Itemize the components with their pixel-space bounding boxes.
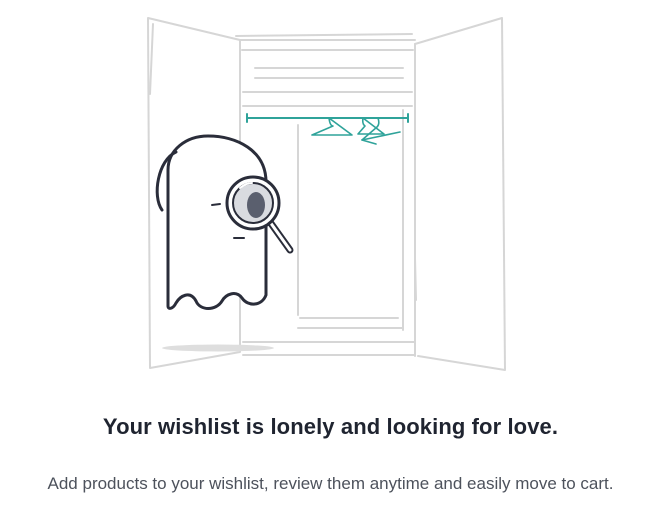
empty-wishlist-illustration [147, 17, 506, 371]
ghost-shadow [162, 344, 274, 352]
empty-wishlist-message: Add products to your wishlist, review th… [47, 474, 614, 493]
empty-wishlist-title: Your wishlist is lonely and looking for … [102, 414, 559, 439]
clothes-rail-icon [246, 113, 409, 123]
hanger-icon [357, 117, 401, 145]
hanger-icon [311, 117, 353, 136]
wishlist-empty-state: Your wishlist is lonely and looking for … [0, 0, 661, 507]
